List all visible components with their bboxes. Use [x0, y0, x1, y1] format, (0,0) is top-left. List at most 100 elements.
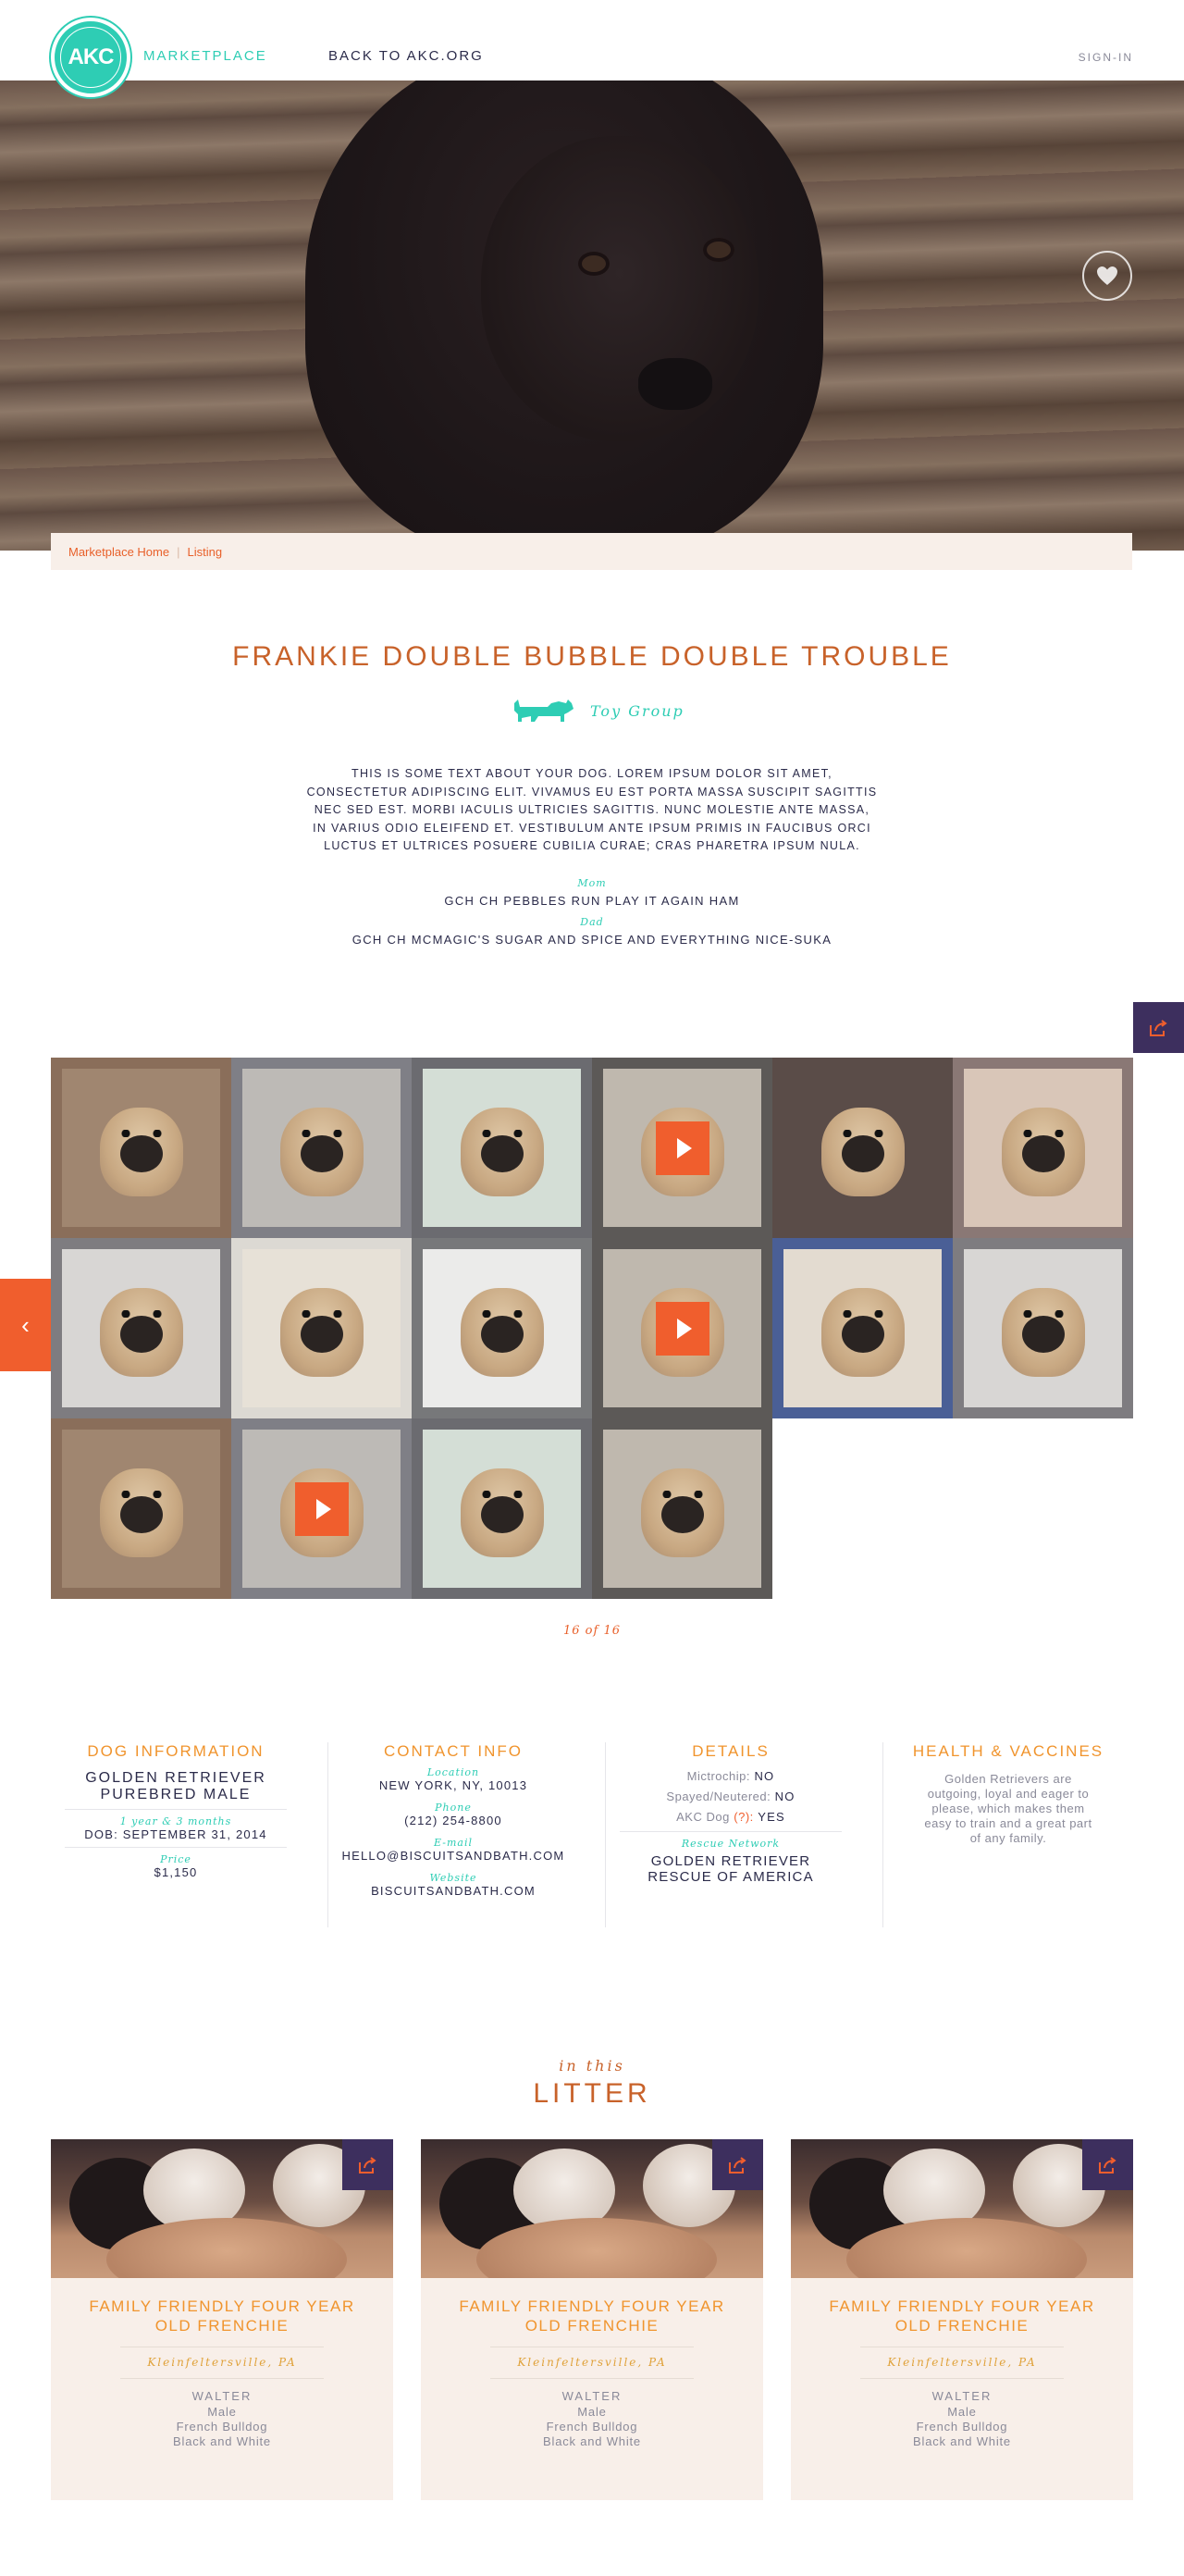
dog-dob: DOB: SEPTEMBER 31, 2014 [84, 1827, 267, 1841]
details-column: DETAILS Mictrochip: NO Spayed/Neutered: … [606, 1742, 883, 1927]
litter-card-share-button[interactable] [1082, 2139, 1133, 2190]
info-section: DOG INFORMATION GOLDEN RETRIEVER PUREBRE… [51, 1742, 1133, 1927]
litter-card-location: Kleinfeltersville, PA [887, 2356, 1037, 2369]
dog-breed: GOLDEN RETRIEVER [85, 1770, 266, 1786]
gallery-count: 16 of 16 [563, 1624, 621, 1638]
breadcrumb-current-link[interactable]: Listing [188, 545, 223, 559]
gallery-thumb[interactable] [51, 1058, 231, 1238]
litter-card-name: WALTER [931, 2389, 993, 2403]
gallery-thumb[interactable] [772, 1058, 953, 1238]
gallery-thumb[interactable] [592, 1418, 772, 1599]
play-icon [676, 1318, 692, 1339]
litter-card-color: Black and White [173, 2434, 271, 2448]
sign-in-link[interactable]: SIGN-IN [1079, 51, 1133, 64]
dog-age-label: 1 year & 3 months [119, 1815, 232, 1827]
pug-photo [1001, 1107, 1085, 1196]
litter-card-share-button[interactable] [712, 2139, 763, 2190]
play-button[interactable] [294, 1481, 349, 1536]
litter-card-breed: French Bulldog [546, 2420, 638, 2434]
breadcrumb-home-link[interactable]: Marketplace Home [68, 545, 169, 559]
litter-card-sex: Male [207, 2405, 237, 2419]
litter-card-title[interactable]: FAMILY FRIENDLY FOUR YEAR OLD FRENCHIE [809, 2297, 1115, 2335]
dog-group: Toy Group [511, 696, 684, 725]
litter-card-title[interactable]: FAMILY FRIENDLY FOUR YEAR OLD FRENCHIE [439, 2297, 745, 2335]
health-description: Golden Retrievers are outgoing, loyal an… [924, 1772, 1092, 1845]
email-link[interactable]: HELLO@BISCUITSANDBATH.COM [328, 1849, 578, 1863]
heart-icon [1097, 266, 1117, 285]
litter-card-color: Black and White [913, 2434, 1011, 2448]
gallery-thumb[interactable] [231, 1058, 412, 1238]
favorite-button[interactable] [1082, 251, 1132, 301]
microchip-value: NO [754, 1769, 775, 1783]
pug-photo [820, 1107, 905, 1196]
gallery-video-thumb[interactable] [592, 1238, 772, 1418]
health-vaccines-column: HEALTH & VACCINES Golden Retrievers are … [883, 1742, 1133, 1927]
litter-card-photo [791, 2139, 1133, 2278]
litter-card-name: WALTER [191, 2389, 253, 2403]
gallery-thumb[interactable] [51, 1238, 231, 1418]
pug-photo [99, 1287, 183, 1377]
gallery-video-thumb[interactable] [231, 1418, 412, 1599]
rescue-network-value: GOLDEN RETRIEVER RESCUE OF AMERICA [648, 1853, 814, 1885]
divider [65, 1847, 287, 1848]
website-link[interactable]: BISCUITSANDBATH.COM [328, 1884, 578, 1898]
phone-link[interactable]: (212) 254-8800 [328, 1814, 578, 1827]
site-header: AKC MARKETPLACE BACK TO AKC.ORG SIGN-IN [0, 0, 1184, 97]
website-label: Website [429, 1872, 477, 1884]
nav-marketplace-link[interactable]: MARKETPLACE [143, 48, 267, 64]
share-icon [1098, 2156, 1116, 2174]
akc-logo[interactable]: AKC [51, 18, 130, 97]
litter-card-breed: French Bulldog [176, 2420, 268, 2434]
pug-photo [820, 1287, 905, 1377]
akc-help-link[interactable]: (?): [734, 1810, 754, 1824]
hero-dog-eye-left [578, 252, 610, 276]
litter-card-share-button[interactable] [342, 2139, 393, 2190]
litter-card-photo [51, 2139, 393, 2278]
price-value: $1,150 [154, 1865, 198, 1879]
litter-card[interactable]: FAMILY FRIENDLY FOUR YEAR OLD FRENCHIE K… [791, 2139, 1133, 2500]
divider [65, 1809, 287, 1810]
divider [490, 2378, 694, 2379]
pug-photo [279, 1287, 364, 1377]
litter-card-title[interactable]: FAMILY FRIENDLY FOUR YEAR OLD FRENCHIE [69, 2297, 375, 2335]
nav-back-to-akc-link[interactable]: BACK TO AKC.ORG [328, 48, 484, 64]
dad-name: GCH CH MCMAGIC'S SUGAR AND SPICE AND EVE… [352, 933, 832, 947]
location-label: Location [426, 1766, 480, 1778]
pug-photo [460, 1107, 544, 1196]
litter-card-color: Black and White [543, 2434, 641, 2448]
play-button[interactable] [655, 1121, 709, 1175]
litter-kicker: in this [559, 2057, 625, 2074]
hero-image [0, 80, 1184, 551]
contact-info-column: CONTACT INFO Location NEW YORK, NY, 1001… [328, 1742, 606, 1927]
litter-card[interactable]: FAMILY FRIENDLY FOUR YEAR OLD FRENCHIE K… [51, 2139, 393, 2500]
gallery-thumb[interactable] [412, 1058, 592, 1238]
listing-title: FRANKIE DOUBLE BUBBLE DOUBLE TROUBLE [232, 641, 952, 672]
email-label: E-mail [434, 1837, 473, 1849]
chevron-left-icon: ‹ [21, 1310, 30, 1339]
pug-photo [99, 1107, 183, 1196]
gallery-thumb[interactable] [772, 1238, 953, 1418]
contact-info-heading: CONTACT INFO [384, 1742, 523, 1760]
gallery-thumb[interactable] [412, 1238, 592, 1418]
logo-ring [60, 27, 121, 88]
gallery-thumb[interactable] [953, 1058, 1133, 1238]
price-label: Price [160, 1853, 191, 1865]
gallery-thumb[interactable] [51, 1418, 231, 1599]
pug-photo [460, 1468, 544, 1557]
gallery-video-thumb[interactable] [592, 1058, 772, 1238]
gallery-thumb[interactable] [231, 1238, 412, 1418]
gallery-thumb[interactable] [953, 1238, 1133, 1418]
mom-label: Mom [577, 877, 607, 889]
side-share-button[interactable] [1133, 1002, 1184, 1053]
litter-card-location: Kleinfeltersville, PA [147, 2356, 297, 2369]
phone-label: Phone [435, 1802, 472, 1814]
details-heading: DETAILS [692, 1742, 770, 1760]
gallery-thumb[interactable] [412, 1418, 592, 1599]
hero-dog-eye-right [703, 238, 734, 262]
akc-dog-label: AKC Dog [676, 1810, 730, 1824]
play-button[interactable] [655, 1301, 709, 1356]
gallery-prev-button[interactable]: ‹ [0, 1279, 51, 1371]
location-value: NEW YORK, NY, 10013 [378, 1778, 528, 1792]
litter-card[interactable]: FAMILY FRIENDLY FOUR YEAR OLD FRENCHIE K… [421, 2139, 763, 2500]
hero-dog-head [481, 136, 758, 441]
